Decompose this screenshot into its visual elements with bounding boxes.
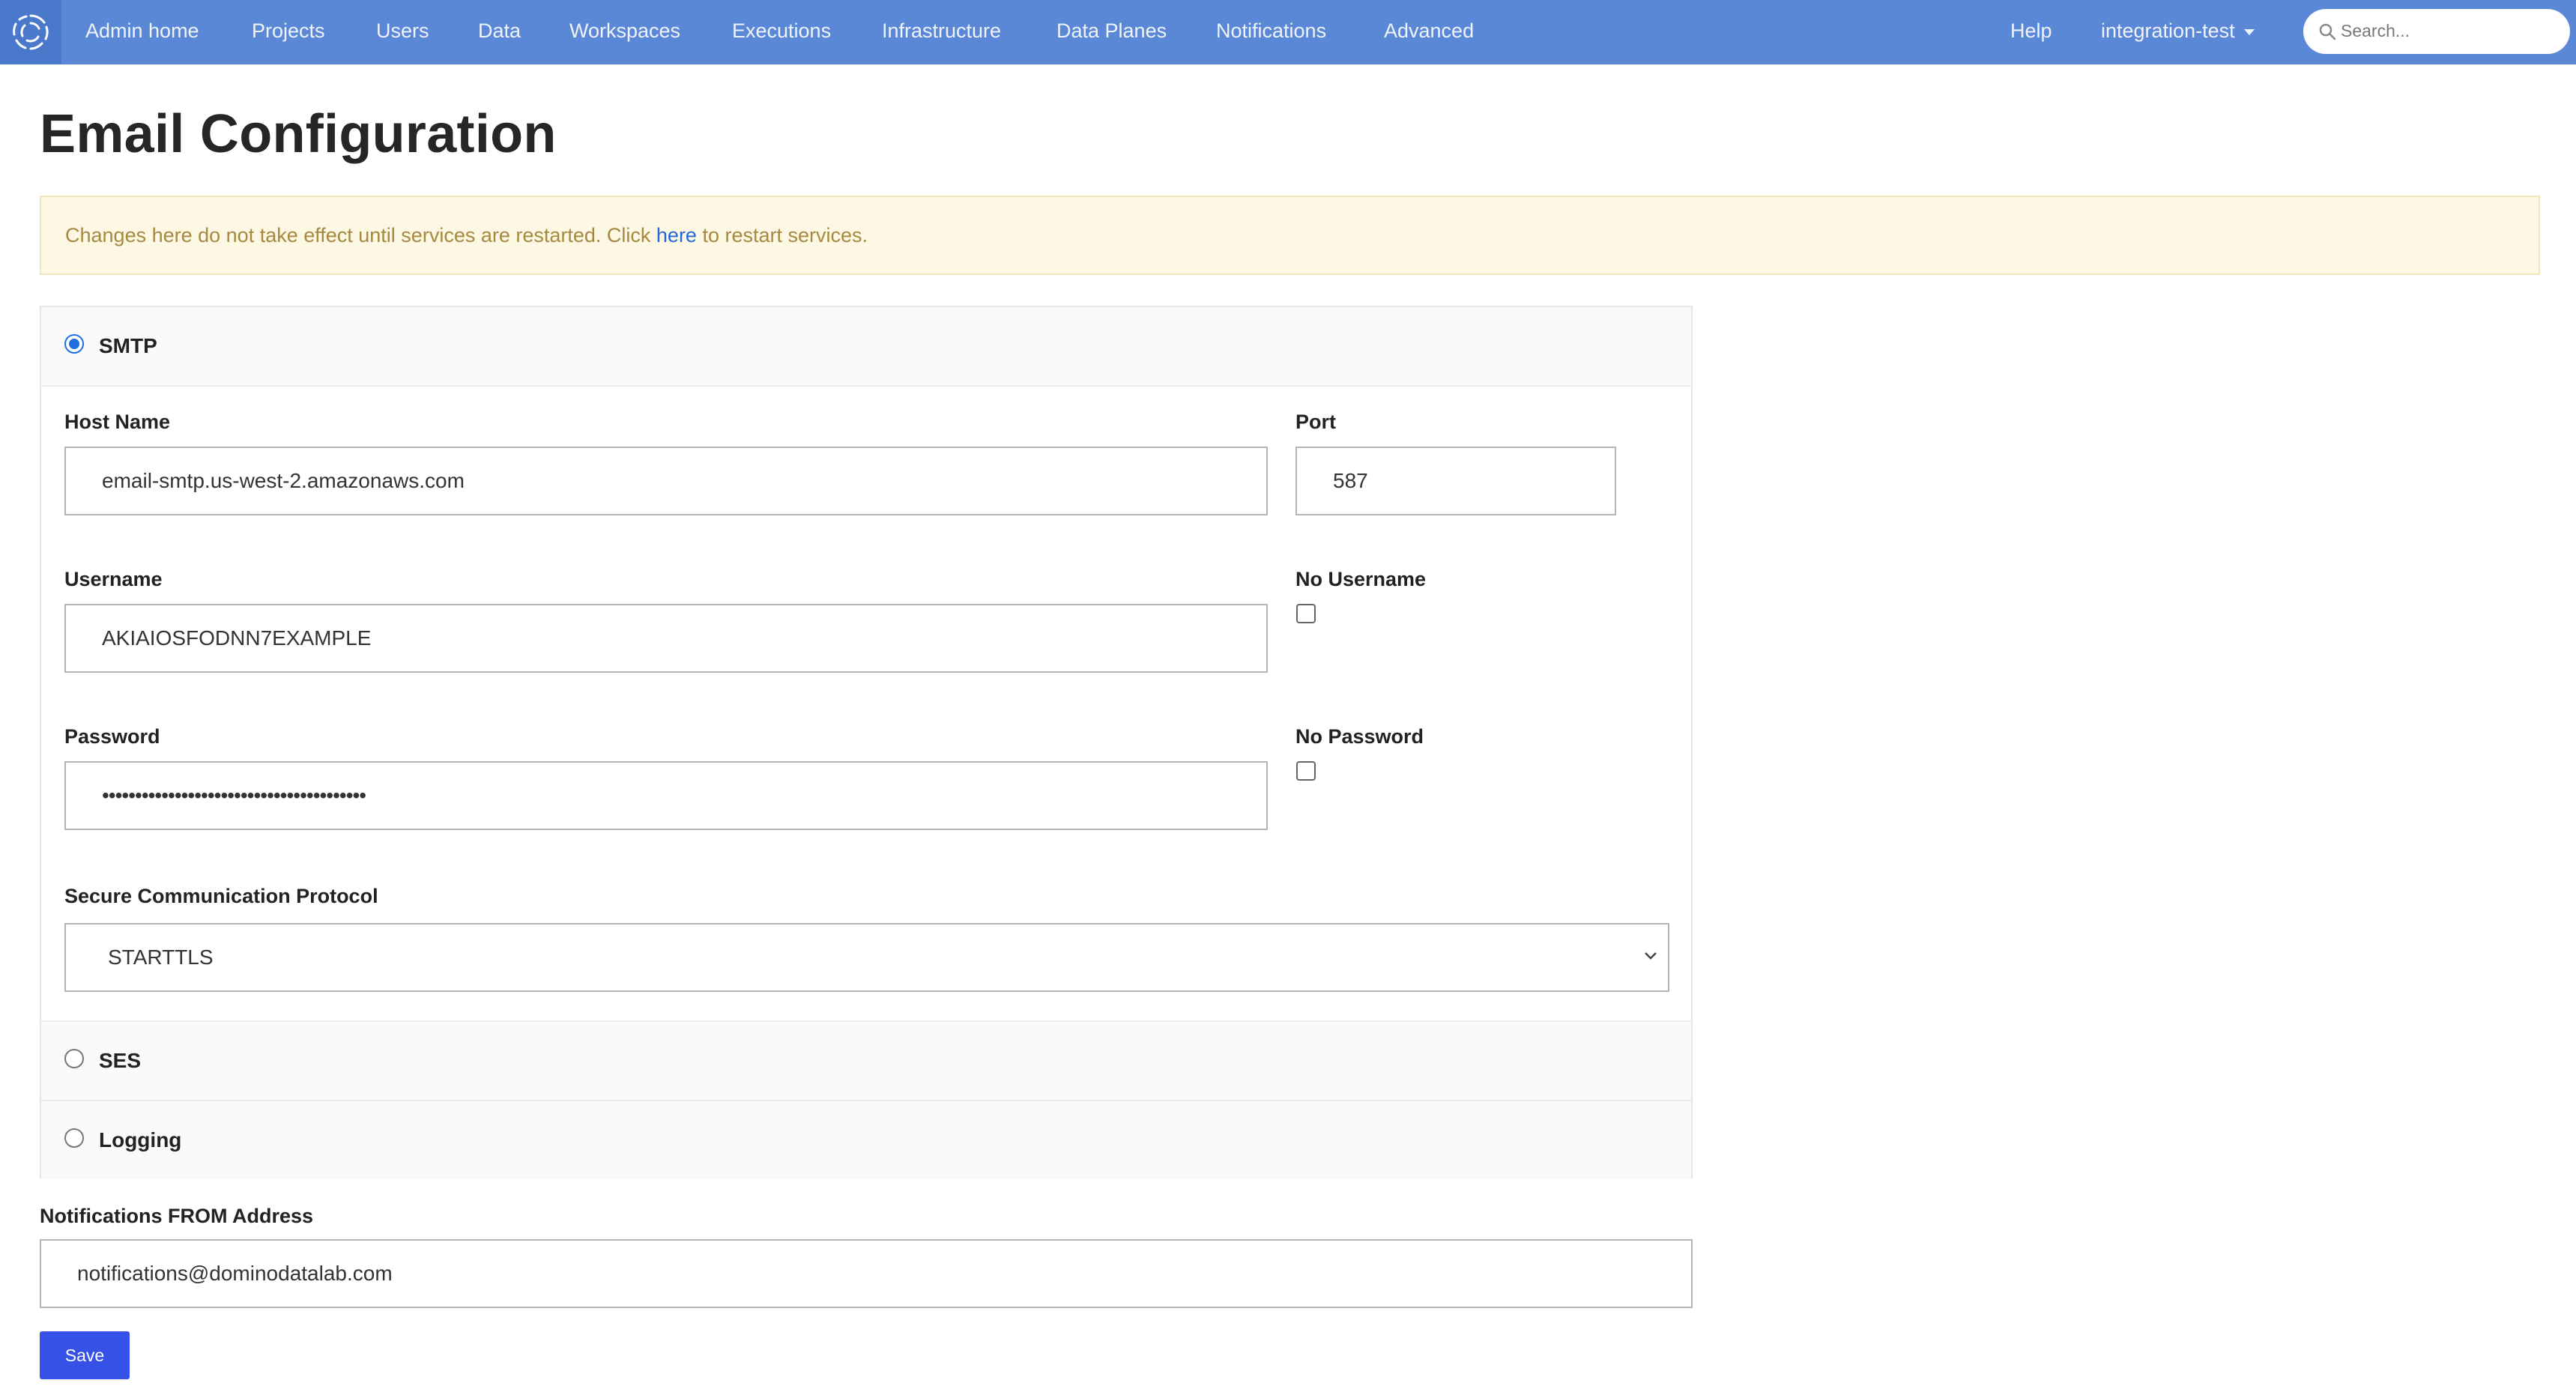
protocol-label: Secure Communication Protocol: [64, 885, 378, 907]
ses-option-row[interactable]: SES: [41, 1020, 1691, 1100]
save-button[interactable]: Save: [40, 1331, 130, 1379]
nav-advanced[interactable]: Advanced: [1384, 0, 1474, 64]
from-address-input[interactable]: [40, 1239, 1693, 1308]
port-label: Port: [1295, 411, 1336, 433]
password-input[interactable]: [64, 761, 1268, 830]
restart-services-link[interactable]: here: [656, 224, 697, 246]
nav-workspaces[interactable]: Workspaces: [569, 0, 680, 64]
no-username-checkbox[interactable]: [1296, 604, 1316, 623]
search-box[interactable]: [2303, 9, 2570, 54]
chevron-down-icon: [1645, 952, 1657, 960]
host-name-label: Host Name: [64, 411, 171, 433]
logging-label: Logging: [99, 1128, 182, 1152]
alert-text-before: Changes here do not take effect until se…: [65, 224, 656, 246]
protocol-selected-value: STARTTLS: [108, 945, 214, 969]
nav-notifications[interactable]: Notifications: [1216, 0, 1326, 64]
smtp-radio[interactable]: [64, 334, 84, 354]
port-input[interactable]: [1295, 447, 1616, 515]
host-name-input[interactable]: [64, 447, 1268, 515]
no-password-checkbox[interactable]: [1296, 761, 1316, 781]
logging-radio[interactable]: [64, 1128, 84, 1148]
no-password-label: No Password: [1295, 725, 1424, 748]
page-title: Email Configuration: [40, 104, 557, 164]
caret-down-icon: [2243, 28, 2255, 35]
from-address-label: Notifications FROM Address: [40, 1205, 314, 1227]
smtp-option-row[interactable]: SMTP: [41, 307, 1691, 387]
account-menu[interactable]: integration-test: [2101, 0, 2255, 64]
ses-label: SES: [99, 1049, 142, 1072]
restart-warning-alert: Changes here do not take effect until se…: [40, 196, 2540, 275]
account-name: integration-test: [2101, 19, 2235, 42]
email-provider-panel: SMTP Host Name Port Username No Username…: [40, 306, 1693, 1179]
nav-executions[interactable]: Executions: [732, 0, 831, 64]
search-input[interactable]: [2341, 9, 2558, 52]
password-label: Password: [64, 725, 160, 748]
nav-admin-home[interactable]: Admin home: [85, 0, 199, 64]
protocol-select[interactable]: STARTTLS: [64, 923, 1669, 992]
nav-projects[interactable]: Projects: [252, 0, 325, 64]
logging-option-row[interactable]: Logging: [41, 1100, 1691, 1179]
nav-help[interactable]: Help: [2010, 0, 2052, 64]
username-label: Username: [64, 568, 163, 590]
ses-radio[interactable]: [64, 1049, 84, 1068]
search-icon: [2319, 23, 2336, 40]
no-username-label: No Username: [1295, 568, 1427, 590]
nav-data-planes[interactable]: Data Planes: [1056, 0, 1167, 64]
domino-logo[interactable]: [0, 0, 61, 64]
top-navigation-bar: Admin home Projects Users Data Workspace…: [0, 0, 2576, 64]
nav-infrastructure[interactable]: Infrastructure: [882, 0, 1001, 64]
smtp-label: SMTP: [99, 334, 157, 357]
alert-text-after: to restart services.: [696, 224, 868, 246]
username-input[interactable]: [64, 604, 1268, 673]
nav-users[interactable]: Users: [376, 0, 429, 64]
nav-data[interactable]: Data: [478, 0, 521, 64]
logo-icon: [13, 14, 49, 50]
